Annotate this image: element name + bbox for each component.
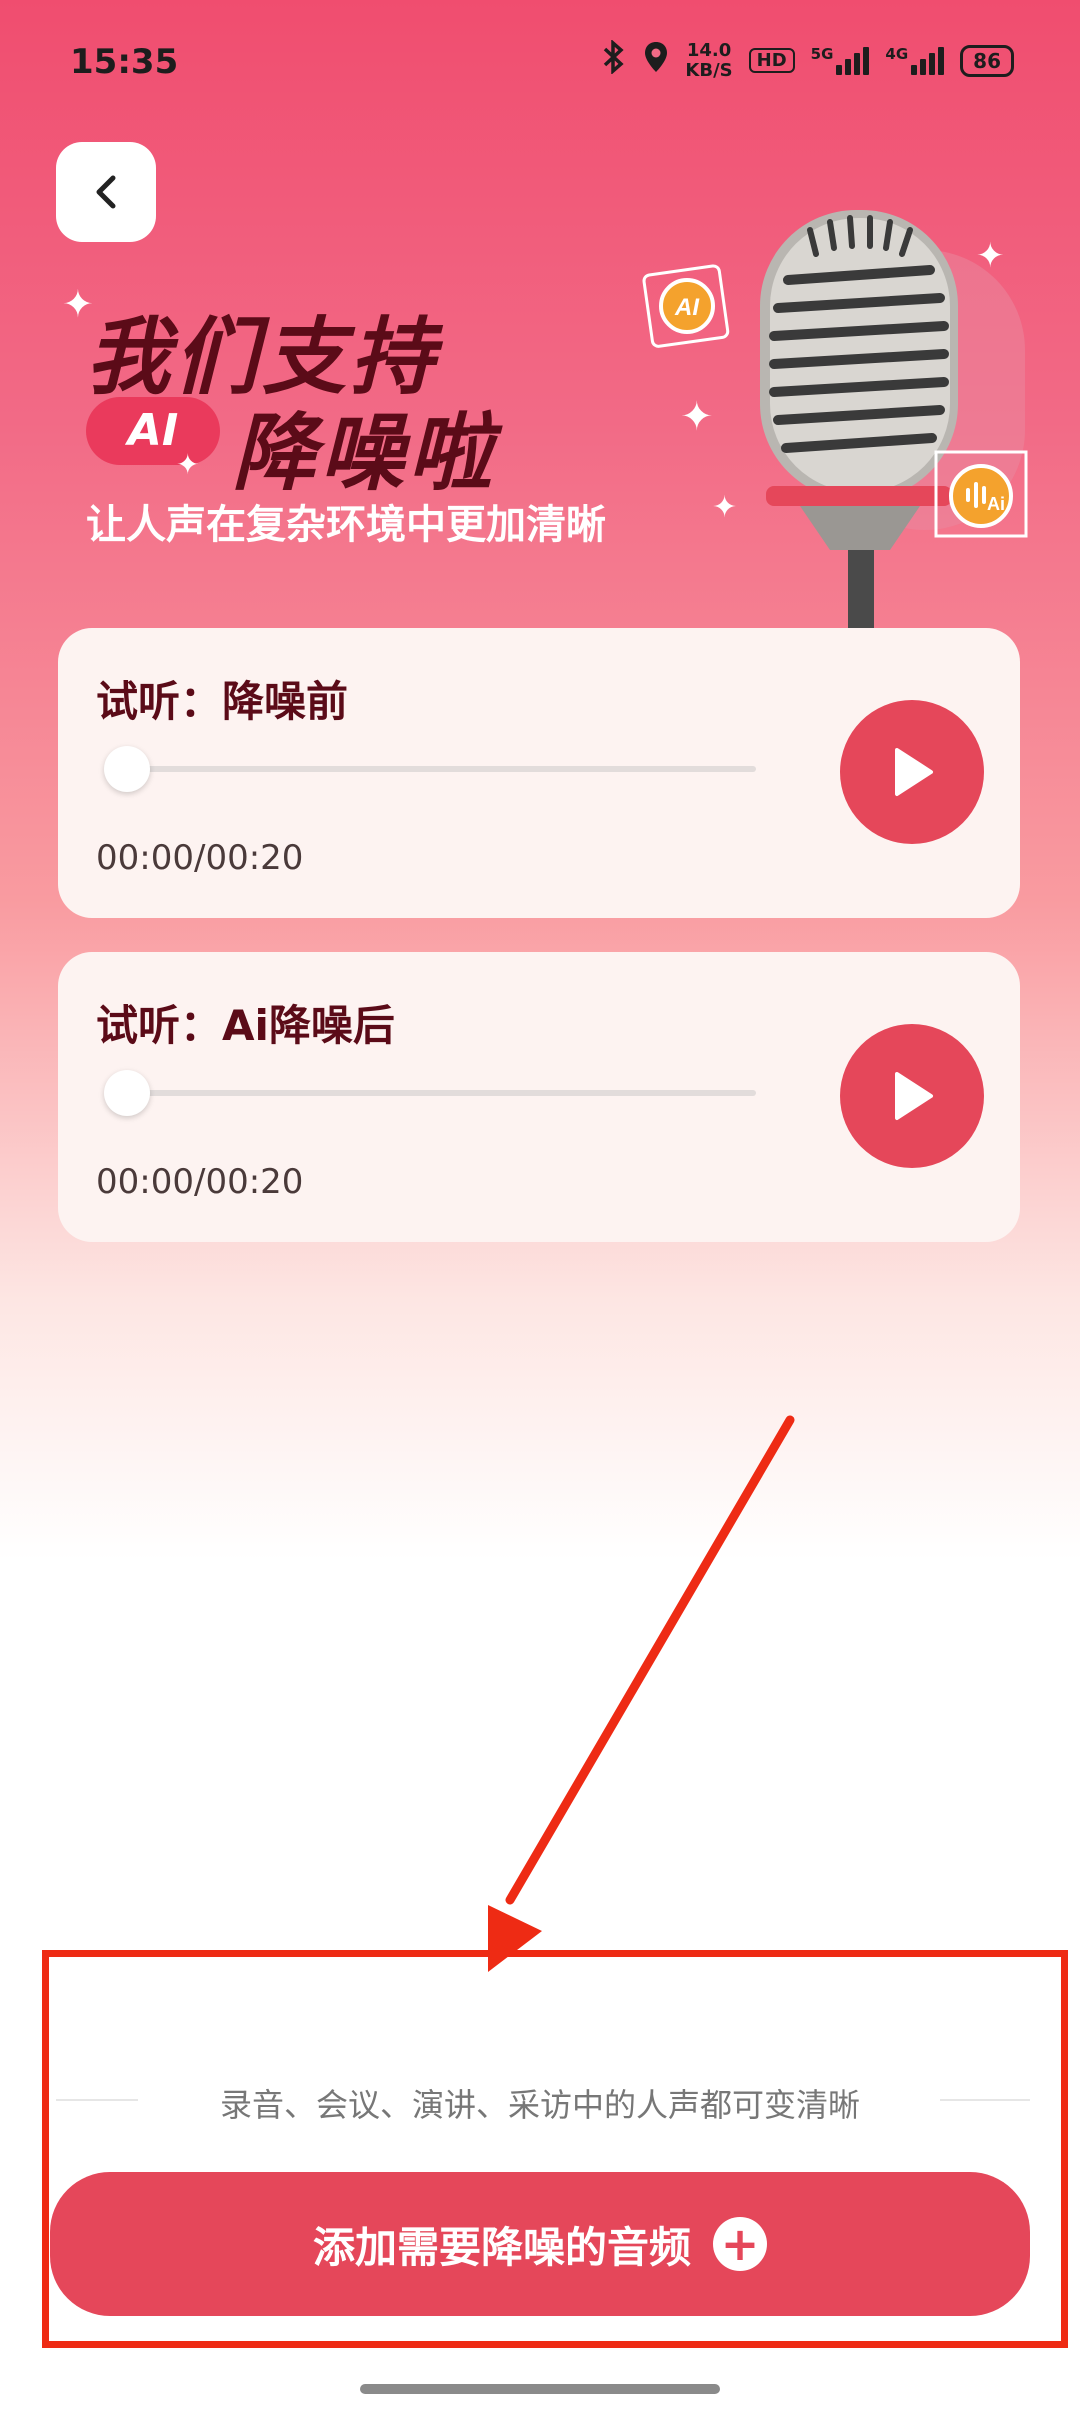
home-indicator[interactable] [360, 2384, 720, 2394]
annotation-highlight-box [42, 1950, 1068, 2348]
